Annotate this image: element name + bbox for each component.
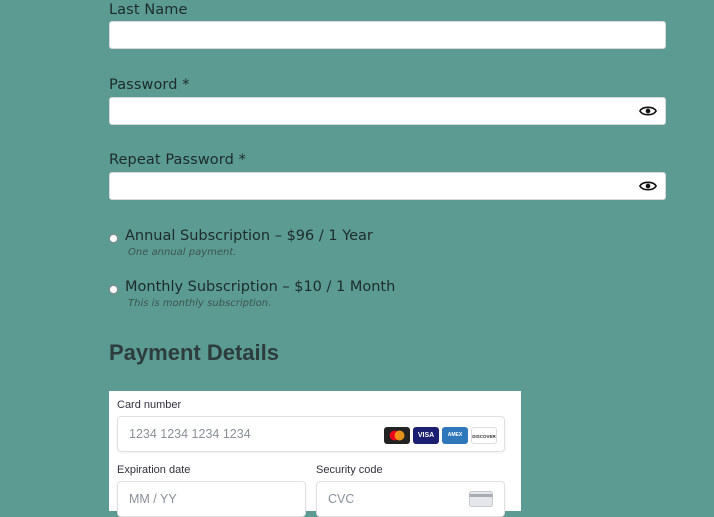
repeat-password-label: Repeat Password *: [109, 152, 246, 168]
plan-description: This is monthly subscription.: [128, 298, 272, 309]
plan-label: Annual Subscription – $96 / 1 Year: [125, 228, 373, 244]
credit-card-icon: [469, 491, 493, 507]
mastercard-icon: [384, 427, 410, 444]
last-name-input[interactable]: [109, 21, 666, 49]
annual-radio[interactable]: [109, 234, 118, 243]
expiry-label: Expiration date: [117, 464, 191, 476]
cvc-input[interactable]: CVC: [316, 481, 505, 517]
discover-icon: DISCOVER: [471, 427, 497, 444]
card-number-input[interactable]: 1234 1234 1234 1234 VISA AMEX DISCOVER: [117, 416, 505, 452]
card-number-label: Card number: [117, 399, 182, 411]
plan-description: One annual payment.: [128, 247, 237, 258]
repeat-password-input[interactable]: [109, 172, 666, 200]
plan-label: Monthly Subscription – $10 / 1 Month: [125, 279, 396, 295]
visa-icon: VISA: [413, 427, 439, 444]
cvc-placeholder: CVC: [328, 492, 355, 506]
expiry-placeholder: MM / YY: [129, 492, 177, 506]
last-name-label: Last Name: [109, 2, 188, 18]
eye-icon[interactable]: [639, 179, 657, 193]
cvc-label: Security code: [316, 464, 383, 476]
expiry-input[interactable]: MM / YY: [117, 481, 306, 517]
password-input[interactable]: [109, 97, 666, 125]
payment-card-panel: Card number 1234 1234 1234 1234 VISA AME…: [109, 391, 521, 517]
payment-details-title: Payment Details: [109, 340, 279, 365]
amex-icon: AMEX: [442, 427, 468, 444]
card-number-placeholder: 1234 1234 1234 1234: [129, 427, 251, 441]
monthly-radio[interactable]: [109, 285, 118, 294]
eye-icon[interactable]: [639, 104, 657, 118]
password-label: Password *: [109, 77, 190, 93]
